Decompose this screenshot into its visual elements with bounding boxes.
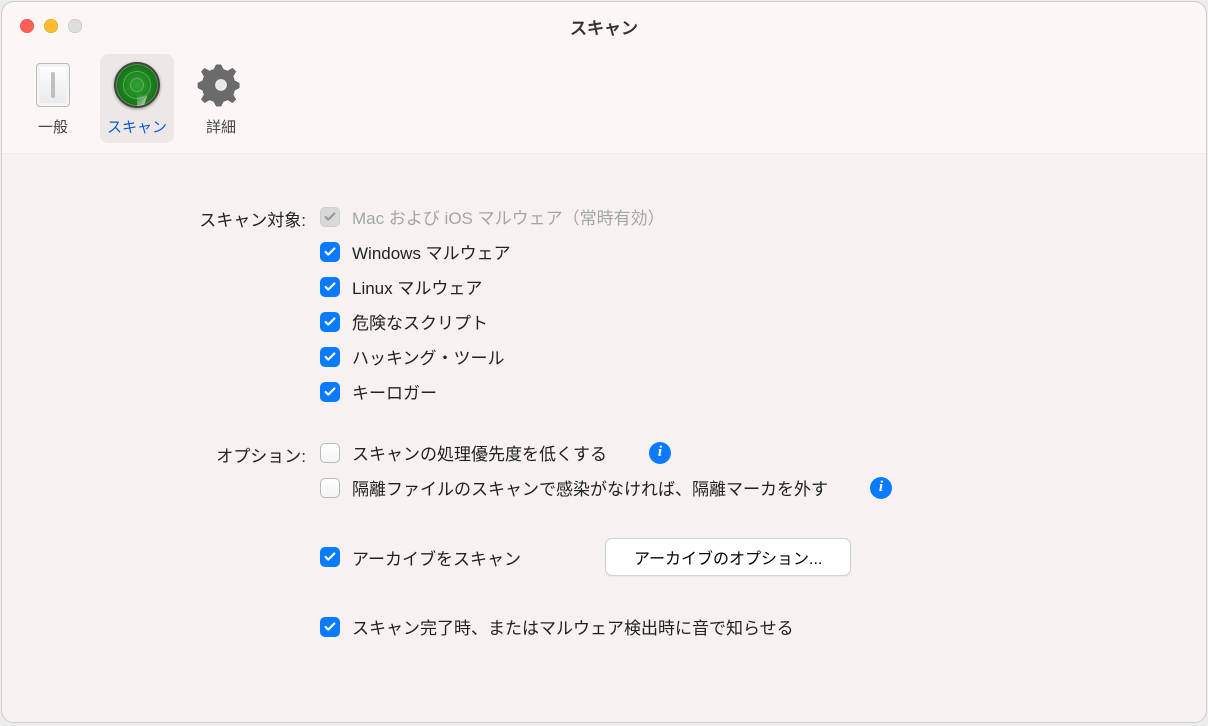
content-panel: スキャン対象: Mac および iOS マルウェア（常時有効） Windows … bbox=[2, 154, 1206, 722]
tab-advanced-label: 詳細 bbox=[206, 116, 236, 137]
checkbox-archive-scan[interactable] bbox=[320, 547, 340, 567]
target-mac-ios: Mac および iOS マルウェア（常時有効） bbox=[320, 204, 1136, 229]
checkbox-keylogger[interactable] bbox=[320, 382, 340, 402]
option-low-priority: スキャンの処理優先度を低くする i bbox=[320, 440, 1136, 465]
tab-general[interactable]: 一般 bbox=[16, 54, 90, 143]
tab-advanced[interactable]: 詳細 bbox=[184, 54, 258, 143]
minimize-window-button[interactable] bbox=[44, 19, 58, 33]
switch-icon bbox=[28, 60, 78, 110]
window-controls bbox=[20, 19, 82, 33]
checkbox-scripts[interactable] bbox=[320, 312, 340, 332]
target-mac-ios-label: Mac および iOS マルウェア（常時有効） bbox=[352, 204, 665, 229]
checkbox-hacking-tools[interactable] bbox=[320, 347, 340, 367]
tab-scan[interactable]: スキャン bbox=[100, 54, 174, 143]
zoom-window-button[interactable] bbox=[68, 19, 82, 33]
option-quarantine-label: 隔離ファイルのスキャンで感染がなければ、隔離マーカを外す bbox=[352, 475, 828, 500]
option-archive-scan-label: アーカイブをスキャン bbox=[352, 545, 521, 570]
scan-targets-options: Mac および iOS マルウェア（常時有効） Windows マルウェア Li… bbox=[320, 204, 1136, 404]
radar-icon bbox=[112, 60, 162, 110]
titlebar: スキャン bbox=[2, 2, 1206, 50]
info-icon[interactable]: i bbox=[649, 442, 671, 464]
checkbox-sound[interactable] bbox=[320, 617, 340, 637]
options-row: オプション: スキャンの処理優先度を低くする i 隔離ファイルのスキャンで感染が… bbox=[72, 440, 1136, 639]
target-hacking-tools: ハッキング・ツール bbox=[320, 344, 1136, 369]
option-sound-label: スキャン完了時、またはマルウェア検出時に音で知らせる bbox=[352, 614, 794, 639]
target-windows-label: Windows マルウェア bbox=[352, 239, 511, 264]
close-window-button[interactable] bbox=[20, 19, 34, 33]
archive-options-button[interactable]: アーカイブのオプション... bbox=[605, 538, 851, 576]
scan-targets-label: スキャン対象: bbox=[72, 204, 320, 231]
target-linux: Linux マルウェア bbox=[320, 274, 1136, 299]
options-label: オプション: bbox=[72, 440, 320, 467]
target-keylogger-label: キーロガー bbox=[352, 379, 437, 404]
option-archive-scan: アーカイブをスキャン アーカイブのオプション... bbox=[320, 538, 1136, 576]
checkbox-windows[interactable] bbox=[320, 242, 340, 262]
option-low-priority-label: スキャンの処理優先度を低くする bbox=[352, 440, 607, 465]
checkbox-mac-ios bbox=[320, 207, 340, 227]
scan-targets-row: スキャン対象: Mac および iOS マルウェア（常時有効） Windows … bbox=[72, 204, 1136, 404]
info-icon[interactable]: i bbox=[870, 477, 892, 499]
checkbox-low-priority[interactable] bbox=[320, 443, 340, 463]
preferences-window: スキャン 一般 スキャン 詳細 bbox=[2, 2, 1206, 722]
target-keylogger: キーロガー bbox=[320, 379, 1136, 404]
gear-icon bbox=[196, 60, 246, 110]
target-linux-label: Linux マルウェア bbox=[352, 274, 482, 299]
tab-scan-label: スキャン bbox=[107, 116, 167, 137]
options-list: スキャンの処理優先度を低くする i 隔離ファイルのスキャンで感染がなければ、隔離… bbox=[320, 440, 1136, 639]
target-scripts: 危険なスクリプト bbox=[320, 309, 1136, 334]
checkbox-linux[interactable] bbox=[320, 277, 340, 297]
target-scripts-label: 危険なスクリプト bbox=[352, 309, 488, 334]
checkbox-quarantine[interactable] bbox=[320, 478, 340, 498]
option-quarantine: 隔離ファイルのスキャンで感染がなければ、隔離マーカを外す i bbox=[320, 475, 1136, 500]
target-hacking-tools-label: ハッキング・ツール bbox=[352, 344, 505, 369]
option-sound: スキャン完了時、またはマルウェア検出時に音で知らせる bbox=[320, 614, 1136, 639]
window-title: スキャン bbox=[2, 14, 1206, 39]
toolbar: 一般 スキャン 詳細 bbox=[2, 50, 1206, 154]
tab-general-label: 一般 bbox=[38, 116, 68, 137]
target-windows: Windows マルウェア bbox=[320, 239, 1136, 264]
